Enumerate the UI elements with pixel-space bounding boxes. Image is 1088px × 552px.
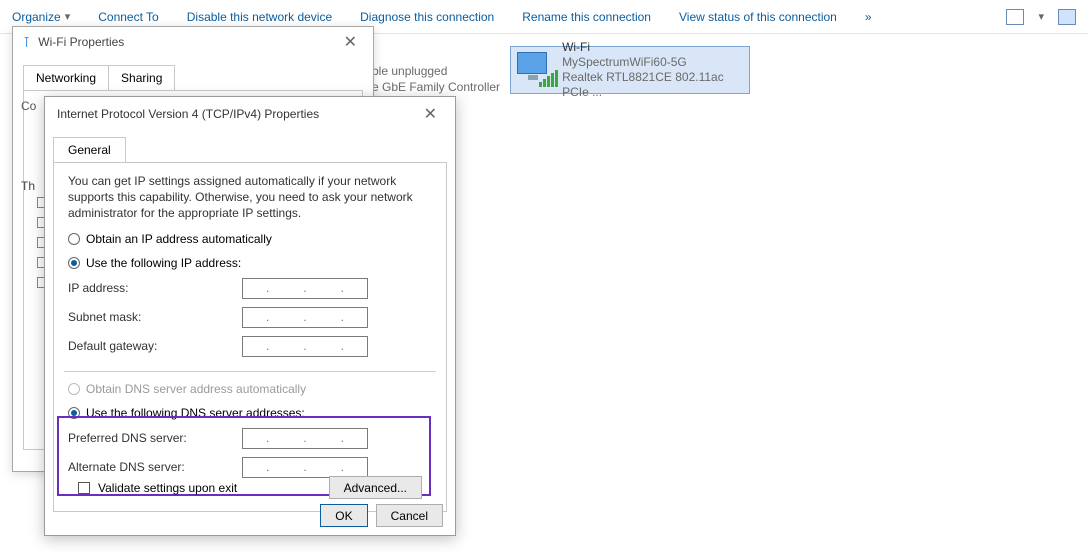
wifi-icon: ⊺ bbox=[23, 34, 30, 51]
partial-text-th: Th bbox=[21, 179, 35, 193]
intro-text: You can get IP settings assigned automat… bbox=[68, 173, 432, 222]
radio-ip-auto[interactable]: Obtain an IP address automatically bbox=[68, 232, 432, 246]
checkbox-validate[interactable]: Validate settings upon exit bbox=[78, 481, 237, 495]
radio-dns-auto: Obtain DNS server address automatically bbox=[68, 382, 432, 396]
toolbar-connect-to[interactable]: Connect To bbox=[98, 10, 159, 24]
radio-icon bbox=[68, 383, 80, 395]
label-ip-address: IP address: bbox=[68, 281, 228, 295]
adapter-labels: Wi-Fi MySpectrumWiFi60-5G Realtek RTL882… bbox=[562, 40, 743, 100]
checkbox-icon bbox=[78, 482, 90, 494]
close-icon[interactable]: ✕ bbox=[338, 30, 363, 54]
ok-button[interactable]: OK bbox=[320, 504, 367, 527]
ipv4-body: You can get IP settings assigned automat… bbox=[53, 162, 447, 512]
radio-icon bbox=[68, 257, 80, 269]
tab-general[interactable]: General bbox=[53, 137, 126, 162]
radio-ip-manual[interactable]: Use the following IP address: bbox=[68, 256, 432, 270]
view-options-icon[interactable] bbox=[1006, 9, 1024, 25]
input-default-gateway[interactable]: ... bbox=[242, 336, 368, 357]
toolbar-view-status[interactable]: View status of this connection bbox=[679, 10, 837, 24]
ipv4-dialog-title: Internet Protocol Version 4 (TCP/IPv4) P… bbox=[57, 107, 319, 121]
adapter-ssid: MySpectrumWiFi60-5G bbox=[562, 55, 743, 70]
tab-networking[interactable]: Networking bbox=[23, 65, 109, 90]
label-subnet-mask: Subnet mask: bbox=[68, 310, 228, 324]
close-icon[interactable]: ✕ bbox=[418, 102, 443, 126]
tab-sharing[interactable]: Sharing bbox=[108, 65, 175, 90]
toolbar-organize[interactable]: Organize ▾ bbox=[12, 10, 70, 24]
wifi-adapter-icon bbox=[517, 50, 554, 90]
toolbar-disable[interactable]: Disable this network device bbox=[187, 10, 332, 24]
chevron-down-icon: ▾ bbox=[1038, 10, 1044, 23]
input-ip-address[interactable]: ... bbox=[242, 278, 368, 299]
hidden-adapter-text: ble unplugged e GbE Family Controller bbox=[372, 64, 500, 95]
label-default-gateway: Default gateway: bbox=[68, 339, 228, 353]
toolbar-rename[interactable]: Rename this connection bbox=[522, 10, 651, 24]
wifi-dialog-title: Wi-Fi Properties bbox=[38, 35, 124, 49]
advanced-button[interactable]: Advanced... bbox=[329, 476, 422, 499]
adapter-name: Wi-Fi bbox=[562, 40, 743, 55]
adapter-device: Realtek RTL8821CE 802.11ac PCIe ... bbox=[562, 70, 743, 100]
chevron-down-icon: ▾ bbox=[65, 10, 71, 23]
preview-pane-icon[interactable] bbox=[1058, 9, 1076, 25]
toolbar-more[interactable]: » bbox=[865, 10, 872, 24]
input-subnet-mask[interactable]: ... bbox=[242, 307, 368, 328]
cancel-button[interactable]: Cancel bbox=[376, 504, 443, 527]
toolbar-diagnose[interactable]: Diagnose this connection bbox=[360, 10, 494, 24]
radio-icon bbox=[68, 233, 80, 245]
partial-text-co: Co bbox=[21, 99, 36, 113]
adapter-wifi[interactable]: Wi-Fi MySpectrumWiFi60-5G Realtek RTL882… bbox=[510, 46, 750, 94]
ipv4-properties-dialog: Internet Protocol Version 4 (TCP/IPv4) P… bbox=[44, 96, 456, 536]
